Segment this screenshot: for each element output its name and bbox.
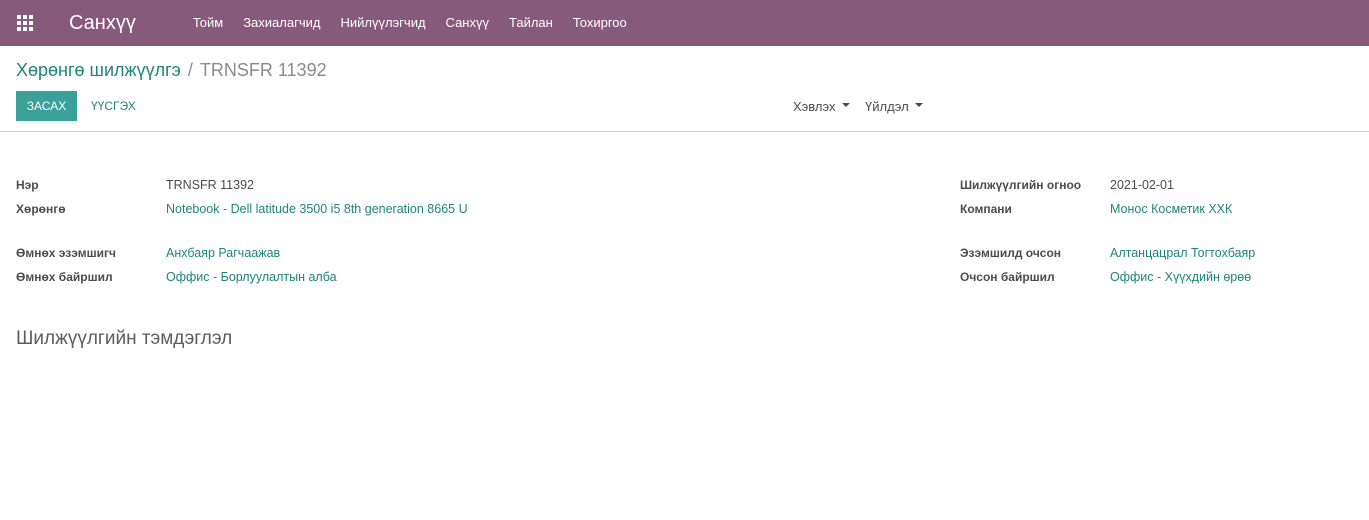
menu-item-vendors[interactable]: Нийлүүлэгчид	[330, 0, 435, 46]
breadcrumb-current: TRNSFR 11392	[199, 60, 327, 80]
field-value-previous-owner-link[interactable]: Анхбаяр Рагчаажав	[166, 246, 280, 260]
field-label-company: Компани	[960, 202, 1012, 216]
field-value-transfer-date: 2021-02-01	[1110, 178, 1174, 192]
field-value-new-owner-link[interactable]: Алтанцацрал Тогтохбаяр	[1110, 246, 1255, 260]
print-dropdown[interactable]: Хэвлэх	[793, 91, 850, 121]
field-value-name: TRNSFR 11392	[166, 178, 254, 192]
field-label-previous-location: Өмнөх байршил	[16, 270, 113, 284]
transfer-notes-title: Шилжүүлгийн тэмдэглэл	[16, 328, 233, 349]
caret-down-icon	[914, 103, 923, 107]
edit-button[interactable]: ЗАСАХ	[16, 91, 77, 121]
control-panel: Хөрөнгө шилжүүлгэ / TRNSFR 11392 ЗАСАХ Ү…	[0, 46, 1369, 132]
app-title[interactable]: Санхүү	[69, 12, 136, 35]
action-dropdown-label: Үйлдэл	[865, 98, 909, 114]
apps-menu-icon[interactable]	[2, 0, 48, 46]
field-label-name: Нэр	[16, 178, 39, 192]
menu-item-customers[interactable]: Захиалагчид	[233, 0, 330, 46]
caret-down-icon	[841, 103, 850, 107]
field-label-asset: Хөрөнгө	[16, 202, 66, 216]
breadcrumb: Хөрөнгө шилжүүлгэ / TRNSFR 11392	[16, 60, 327, 81]
menu-item-reporting[interactable]: Тайлан	[499, 0, 563, 46]
field-label-previous-owner: Өмнөх эзэмшигч	[16, 246, 116, 260]
create-button[interactable]: ҮҮСГЭХ	[91, 91, 136, 121]
field-label-new-owner: Эзэмшилд очсон	[960, 246, 1062, 260]
breadcrumb-separator: /	[187, 60, 193, 80]
field-value-previous-location-link[interactable]: Оффис - Борлуулалтын алба	[166, 270, 337, 284]
field-value-new-location-link[interactable]: Оффис - Хүүхдийн өрөө	[1110, 270, 1251, 284]
action-dropdown[interactable]: Үйлдэл	[865, 91, 923, 121]
field-label-new-location: Очсон байршил	[960, 270, 1055, 284]
menu-item-configuration[interactable]: Тохиргоо	[563, 0, 637, 46]
top-navbar: Санхүү Тойм Захиалагчид Нийлүүлэгчид Сан…	[0, 0, 1369, 46]
field-value-company-link[interactable]: Монос Косметик ХХК	[1110, 202, 1232, 216]
form-sheet: Нэр TRNSFR 11392 Хөрөнгө Notebook - Dell…	[0, 132, 1369, 512]
menu-item-overview[interactable]: Тойм	[183, 0, 233, 46]
field-label-transfer-date: Шилжүүлгийн огноо	[960, 178, 1082, 192]
main-menu: Тойм Захиалагчид Нийлүүлэгчид Санхүү Тай…	[183, 0, 637, 46]
breadcrumb-parent-link[interactable]: Хөрөнгө шилжүүлгэ	[16, 60, 181, 81]
menu-item-accounting[interactable]: Санхүү	[436, 0, 499, 46]
print-dropdown-label: Хэвлэх	[793, 98, 836, 114]
field-value-asset-link[interactable]: Notebook - Dell latitude 3500 i5 8th gen…	[166, 202, 468, 216]
